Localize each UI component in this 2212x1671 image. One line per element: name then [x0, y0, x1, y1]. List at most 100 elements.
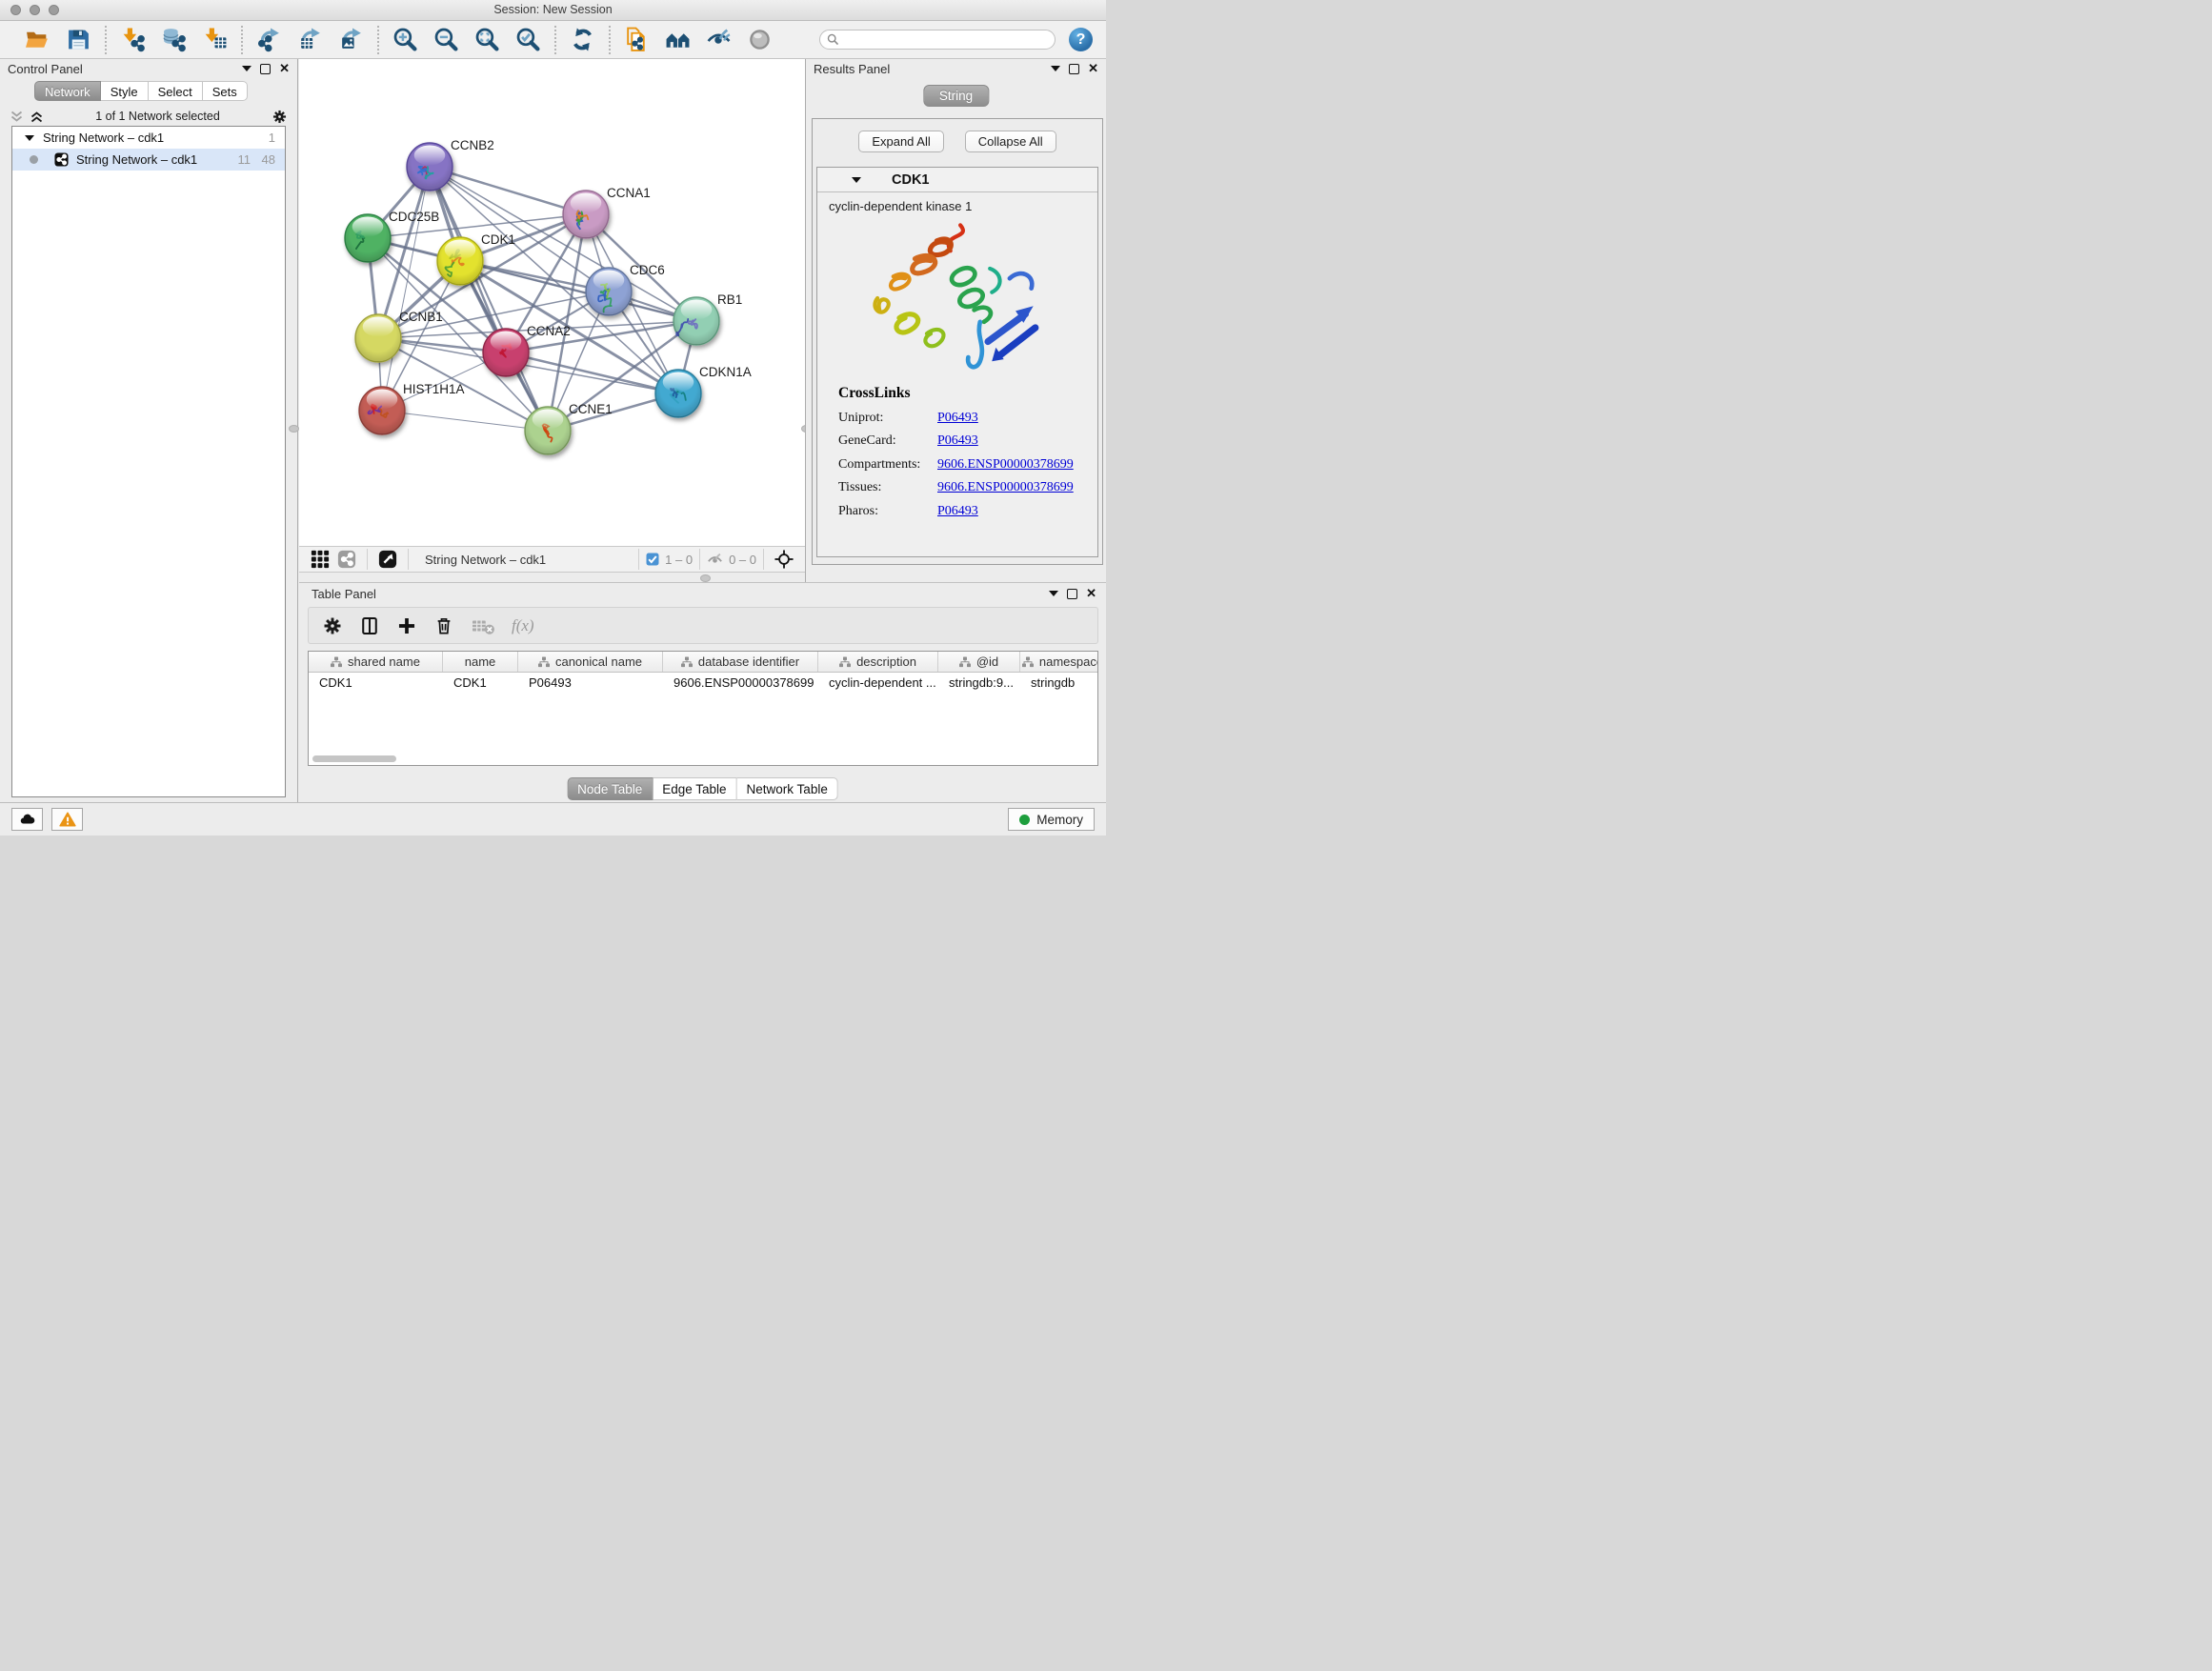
expand-all-tree-icon[interactable] [10, 111, 24, 123]
collapse-all-tree-icon[interactable] [30, 111, 44, 123]
save-session-icon[interactable] [66, 27, 91, 52]
network-options-gear-icon[interactable] [271, 109, 288, 125]
panel-menu-icon[interactable] [1051, 66, 1060, 71]
panel-close-icon[interactable]: ✕ [1086, 589, 1096, 598]
panel-float-icon[interactable] [1067, 589, 1077, 599]
column-header-name[interactable]: name [443, 652, 518, 672]
fit-selected-crosshair-icon[interactable] [774, 550, 794, 569]
gene-header-row[interactable]: CDK1 [817, 168, 1097, 192]
first-neighbors-icon[interactable] [665, 27, 691, 52]
node-label-CDC25B: CDC25B [389, 210, 439, 224]
column-header-canonical-name[interactable]: canonical name [518, 652, 663, 672]
column-header-database-identifier[interactable]: database identifier [663, 652, 818, 672]
panel-close-icon[interactable]: ✕ [279, 64, 290, 73]
delete-table-icon[interactable] [471, 615, 495, 636]
panel-float-icon[interactable] [260, 64, 271, 74]
zoom-selected-icon[interactable] [515, 27, 541, 52]
refresh-view-icon[interactable] [570, 27, 595, 52]
zoom-fit-icon[interactable] [474, 27, 500, 52]
tab-string[interactable]: String [923, 85, 989, 107]
crosslink-value-link[interactable]: 9606.ENSP00000378699 [937, 457, 1074, 473]
tab-select[interactable]: Select [149, 81, 203, 101]
tab-node-table[interactable]: Node Table [567, 777, 653, 800]
network-edge[interactable] [430, 167, 586, 214]
crosslink-value-link[interactable]: P06493 [937, 504, 978, 519]
grid-view-icon[interactable] [311, 550, 330, 569]
column-header-namespace[interactable]: namespace [1020, 652, 1098, 672]
network-edge[interactable] [506, 352, 678, 393]
selected-checkbox-icon[interactable] [646, 553, 659, 566]
memory-status-dot-icon [1019, 815, 1030, 825]
network-row[interactable]: String Network – cdk1 11 48 [12, 149, 285, 171]
show-all-icon[interactable] [747, 27, 773, 52]
export-network-icon[interactable] [256, 27, 282, 52]
warnings-button[interactable] [51, 808, 83, 831]
network-node-RB1[interactable] [674, 297, 719, 345]
delete-column-icon[interactable] [433, 615, 454, 636]
expand-all-button[interactable]: Expand All [858, 131, 943, 152]
horizontal-splitter-handle[interactable] [700, 574, 711, 582]
network-edge[interactable] [382, 167, 430, 411]
export-image-icon[interactable] [338, 27, 364, 52]
function-builder-icon[interactable]: f(x) [512, 616, 534, 635]
show-columns-icon[interactable] [359, 615, 380, 636]
table-horizontal-scrollbar[interactable] [312, 755, 396, 762]
crosslink-value-link[interactable]: 9606.ENSP00000378699 [937, 480, 1074, 495]
search-input[interactable] [839, 31, 1055, 49]
toolbar-icon-group [17, 26, 780, 54]
table-row[interactable]: CDK1CDK1P064939606.ENSP00000378699cyclin… [309, 673, 1097, 693]
network-node-CCNA2[interactable] [483, 329, 529, 376]
tab-network-table[interactable]: Network Table [737, 777, 838, 800]
import-network-icon[interactable] [120, 27, 146, 52]
network-node-CDK1[interactable] [437, 237, 483, 285]
network-edge[interactable] [382, 411, 548, 431]
panel-close-icon[interactable]: ✕ [1088, 64, 1098, 73]
panel-menu-icon[interactable] [242, 66, 251, 71]
horizontal-splitter[interactable] [299, 573, 805, 582]
network-node-CCNE1[interactable] [525, 407, 571, 454]
network-node-CCNB2[interactable] [407, 143, 452, 191]
cloud-status-button[interactable] [11, 808, 43, 831]
network-node-HIST1H1A[interactable] [359, 387, 405, 434]
crosslink-value-link[interactable]: P06493 [937, 433, 978, 449]
tab-network[interactable]: Network [34, 81, 101, 101]
table-options-gear-icon[interactable] [322, 615, 343, 636]
collapse-all-button[interactable]: Collapse All [965, 131, 1056, 152]
memory-button[interactable]: Memory [1008, 808, 1095, 831]
tab-style[interactable]: Style [101, 81, 149, 101]
export-table-icon[interactable] [297, 27, 323, 52]
network-node-CCNA1[interactable] [563, 191, 609, 238]
network-canvas[interactable]: CCNB2CCNA1CDC25BCDK1CDC6RB1CCNB1CCNA2CDK… [299, 59, 805, 546]
crosslinks-section: CrossLinks Uniprot:P06493GeneCard:P06493… [838, 385, 1097, 519]
zoom-in-icon[interactable] [392, 27, 418, 52]
tab-edge-table[interactable]: Edge Table [653, 777, 736, 800]
crosslink-value-link[interactable]: P06493 [937, 411, 978, 426]
gene-collapse-icon[interactable] [852, 177, 861, 183]
column-header-description[interactable]: description [818, 652, 938, 672]
panel-float-icon[interactable] [1069, 64, 1079, 74]
help-icon[interactable]: ? [1069, 28, 1093, 51]
zoom-out-icon[interactable] [433, 27, 459, 52]
network-share-view-icon[interactable] [337, 550, 356, 569]
panel-menu-icon[interactable] [1049, 591, 1058, 596]
column-header--id[interactable]: @id [938, 652, 1020, 672]
clipboard-network-icon[interactable] [624, 27, 650, 52]
network-node-CDC25B[interactable] [345, 214, 391, 262]
birds-eye-view-icon[interactable] [378, 550, 397, 569]
hide-selected-icon[interactable] [706, 27, 732, 52]
network-node-CDC6[interactable] [586, 268, 632, 315]
network-collection-row[interactable]: String Network – cdk1 1 [12, 127, 285, 149]
left-splitter-handle[interactable] [289, 425, 299, 433]
search-field[interactable] [819, 30, 1056, 50]
collection-expander-icon[interactable] [25, 135, 34, 141]
open-session-icon[interactable] [25, 27, 50, 52]
import-database-icon[interactable] [161, 27, 187, 52]
gene-description: cyclin-dependent kinase 1 [829, 199, 1097, 213]
network-node-CCNB1[interactable] [355, 314, 401, 362]
network-node-CDKN1A[interactable] [655, 370, 701, 417]
column-header-shared-name[interactable]: shared name [309, 652, 443, 672]
table-cell: stringdb:9... [938, 673, 1020, 693]
tab-sets[interactable]: Sets [203, 81, 248, 101]
add-column-icon[interactable] [396, 615, 417, 636]
import-table-icon[interactable] [202, 27, 228, 52]
